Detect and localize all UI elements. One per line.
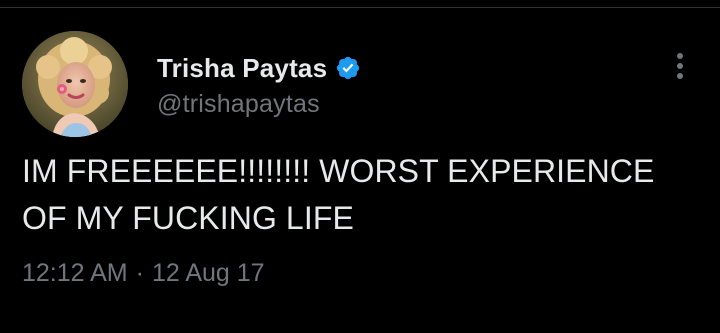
verified-badge-icon[interactable] xyxy=(335,55,361,81)
more-dot xyxy=(677,73,683,79)
tweet-card: Trisha Paytas @trishapaytas IM FREEEEEE!… xyxy=(0,0,720,333)
avatar[interactable] xyxy=(22,31,128,137)
tweet-time[interactable]: 12:12 AM xyxy=(22,255,128,291)
top-divider xyxy=(0,0,720,8)
meta-separator: · xyxy=(135,259,144,287)
avatar-image xyxy=(22,31,128,137)
more-options-icon[interactable] xyxy=(668,48,692,84)
author-name-row: Trisha Paytas xyxy=(157,52,361,84)
author-handle[interactable]: @trishapaytas xyxy=(157,88,320,120)
tweet-text: IM FREEEEEE!!!!!!!! WORST EXPERIENCE OF … xyxy=(22,148,702,242)
tweet-text-line: IM FREEEEEE!!!!!!!! WORST EXPERIENCE xyxy=(22,153,655,189)
tweet-text-line: OF MY FUCKING LIFE xyxy=(22,200,354,236)
more-dot xyxy=(677,53,683,59)
tweet-meta: 12:12 AM · 12 Aug 17 xyxy=(22,255,265,291)
more-dot xyxy=(677,63,683,69)
author-display-name[interactable]: Trisha Paytas xyxy=(157,52,327,84)
tweet-date[interactable]: 12 Aug 17 xyxy=(152,255,265,291)
